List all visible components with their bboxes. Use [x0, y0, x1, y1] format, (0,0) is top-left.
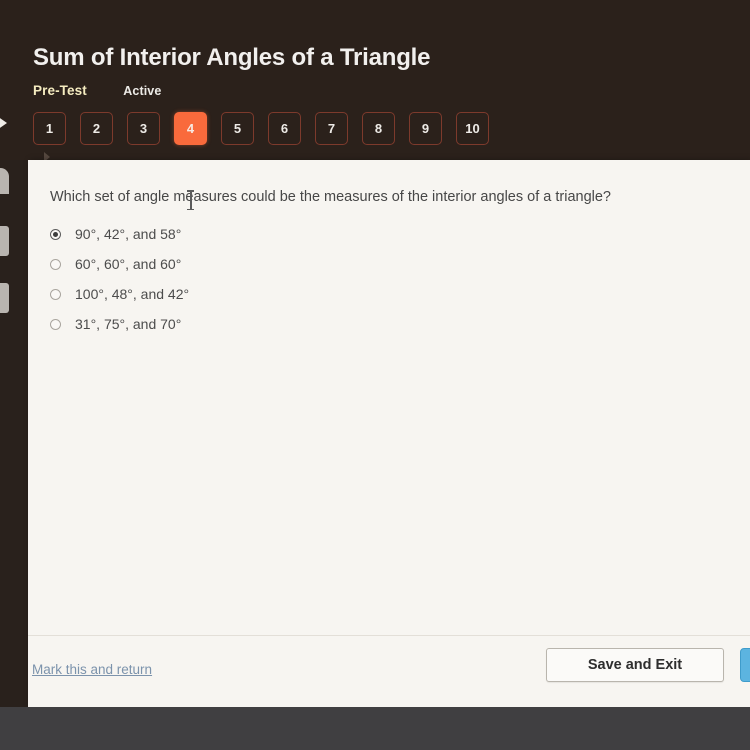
save-and-exit-button[interactable]: Save and Exit: [546, 648, 724, 682]
answer-option-4[interactable]: 31°, 75°, and 70°: [50, 314, 736, 344]
next-button[interactable]: [740, 648, 750, 682]
edge-panel-icon-1[interactable]: [0, 226, 9, 256]
quiz-screen: Sum of Interior Angles of a Triangle Pre…: [0, 0, 750, 750]
question-tab-9[interactable]: 9: [409, 112, 442, 145]
radio-button-1-icon[interactable]: [50, 229, 61, 240]
radio-button-3-icon[interactable]: [50, 289, 61, 300]
radio-button-2-icon[interactable]: [50, 259, 61, 270]
question-panel: Which set of angle measures could be the…: [28, 160, 750, 707]
answer-option-2-label: 60°, 60°, and 60°: [75, 256, 182, 272]
mark-this-and-return-link[interactable]: Mark this and return: [32, 662, 152, 677]
question-tab-2[interactable]: 2: [80, 112, 113, 145]
page-title: Sum of Interior Angles of a Triangle: [33, 44, 431, 71]
previous-arrow-icon[interactable]: [0, 114, 7, 132]
answer-options-group: 90°, 42°, and 58° 60°, 60°, and 60° 100°…: [50, 224, 736, 344]
edge-panel-icon-2[interactable]: [0, 283, 9, 313]
question-tab-7[interactable]: 7: [315, 112, 348, 145]
status-badge: Active: [123, 84, 162, 98]
question-tab-8[interactable]: 8: [362, 112, 395, 145]
answer-option-4-label: 31°, 75°, and 70°: [75, 316, 182, 332]
radio-button-4-icon[interactable]: [50, 319, 61, 330]
desktop-background-strip: [0, 707, 750, 750]
edge-bookmark-icon[interactable]: [0, 168, 9, 194]
answer-option-2[interactable]: 60°, 60°, and 60°: [50, 254, 736, 284]
question-prompt: Which set of angle measures could be the…: [50, 189, 611, 205]
question-tab-4[interactable]: 4: [174, 112, 207, 145]
status-row: Pre-Test Active: [33, 82, 161, 100]
answer-option-3[interactable]: 100°, 48°, and 42°: [50, 284, 736, 314]
question-tab-1[interactable]: 1: [33, 112, 66, 145]
question-tab-5[interactable]: 5: [221, 112, 254, 145]
question-tab-3[interactable]: 3: [127, 112, 160, 145]
test-type-label: Pre-Test: [33, 83, 87, 98]
answer-option-1[interactable]: 90°, 42°, and 58°: [50, 224, 736, 254]
question-tab-6[interactable]: 6: [268, 112, 301, 145]
footer-divider: [28, 635, 750, 636]
answer-option-1-label: 90°, 42°, and 58°: [75, 226, 182, 242]
quiz-header: Sum of Interior Angles of a Triangle Pre…: [0, 0, 750, 160]
question-tab-10[interactable]: 10: [456, 112, 489, 145]
answer-option-3-label: 100°, 48°, and 42°: [75, 286, 190, 302]
question-number-tabs: 1 2 3 4 5 6 7 8 9 10: [33, 112, 489, 145]
